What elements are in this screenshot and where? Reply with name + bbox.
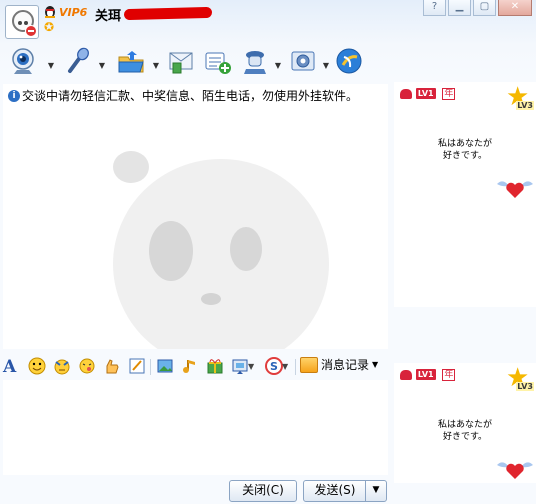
create-discussion-button[interactable]	[203, 47, 233, 79]
doodle-button[interactable]	[128, 357, 148, 377]
year-badge-text: 年	[442, 87, 456, 100]
contact-show-panel[interactable]: LV1 年 ★ LV3 私はあなたが 好きです。	[394, 82, 536, 307]
show-caption-line1: 私はあなたが	[437, 420, 492, 430]
close-icon: ✕	[510, 1, 520, 12]
show-caption-line2: 好きです。	[442, 151, 488, 161]
redacted-qq-number	[123, 6, 213, 21]
maximize-icon: ▢	[479, 1, 490, 12]
message-history-button[interactable]: 消息记录 ▼	[300, 356, 378, 378]
shake-button[interactable]	[78, 357, 98, 377]
music-note-icon	[183, 360, 195, 373]
qzone-icon	[336, 48, 362, 74]
history-label: 消息记录	[321, 358, 370, 372]
doodle-board-icon	[129, 358, 145, 374]
video-menu-arrow-icon[interactable]: ▼	[48, 61, 54, 70]
font-button[interactable]: A	[3, 357, 23, 377]
apps-button[interactable]: ▼	[289, 47, 329, 79]
qq-penguin-icon	[45, 6, 55, 18]
smiley-icon	[28, 357, 46, 375]
busy-status-icon	[25, 25, 37, 37]
level-star-icon: ✪	[44, 20, 55, 34]
year-badge-text: 年	[442, 368, 456, 381]
remote-menu-arrow-icon[interactable]: ▼	[275, 61, 281, 70]
send-file-button[interactable]: ▼	[116, 47, 159, 79]
voice-call-button[interactable]: ▼	[62, 47, 105, 79]
star-level-text: LV3	[516, 382, 534, 391]
my-show-panel[interactable]: LV1 年 ★ LV3 私はあなたが 好きです。	[394, 363, 536, 483]
magic-emoji-button[interactable]	[53, 357, 73, 377]
webcam-icon	[12, 48, 34, 74]
show-caption-line2: 好きです。	[442, 432, 488, 442]
history-menu-arrow-icon[interactable]: ▼	[372, 360, 378, 369]
close-window-button[interactable]: ✕	[498, 0, 532, 16]
nudge-button[interactable]	[103, 357, 123, 377]
panda-background-illustration	[113, 151, 329, 349]
history-icon	[300, 356, 318, 373]
heart-badge-icon	[400, 369, 412, 380]
send-options-arrow-icon: ▼	[372, 485, 380, 495]
gift-icon	[207, 359, 223, 374]
image-icon	[157, 359, 173, 373]
chat-window: VIP6 ✪ 关珥 ? ▁ ▢ ✕ ▼ ▼ ▼ ▼ ▼ i 交谈中请勿轻信汇款、…	[0, 0, 536, 504]
contact-avatar[interactable]	[5, 5, 39, 39]
level-badge-text: LV1	[415, 88, 436, 99]
remote-icon	[244, 51, 266, 74]
soso-icon: S	[265, 357, 283, 375]
shake-face-icon	[79, 358, 95, 374]
sms-icon	[169, 52, 193, 74]
help-button[interactable]: ?	[423, 0, 446, 16]
info-icon: i	[8, 89, 20, 102]
show-level-badge: LV1 年	[400, 367, 456, 381]
minimize-button[interactable]: ▁	[448, 0, 471, 16]
voice-menu-arrow-icon[interactable]: ▼	[99, 61, 105, 70]
message-history-area[interactable]	[3, 84, 388, 349]
folder-icon	[118, 51, 144, 73]
winged-heart-icon	[497, 181, 533, 198]
heart-badge-icon	[400, 88, 412, 99]
file-menu-arrow-icon[interactable]: ▼	[153, 61, 159, 70]
show-level-badge: LV1 年	[400, 86, 456, 100]
music-button[interactable]	[181, 357, 201, 377]
emoji-button[interactable]	[28, 357, 48, 377]
soso-button[interactable]: S ▼	[265, 357, 293, 377]
magic-face-icon	[54, 359, 70, 375]
toolbar-separator	[150, 359, 151, 375]
send-sms-button[interactable]	[166, 47, 196, 79]
toolbar-separator	[295, 359, 296, 375]
apps-icon	[291, 51, 315, 71]
level-badge-text: LV1	[415, 369, 436, 380]
svg-text:S: S	[270, 360, 278, 373]
star-level-text: LV3	[516, 101, 534, 110]
send-button[interactable]: 发送(S)	[303, 480, 367, 502]
help-icon: ?	[431, 1, 438, 12]
apps-menu-arrow-icon[interactable]: ▼	[323, 61, 329, 70]
maximize-button[interactable]: ▢	[473, 0, 496, 16]
qzone-button[interactable]	[335, 47, 365, 79]
soso-menu-arrow-icon[interactable]: ▼	[282, 362, 288, 371]
security-notice-text: 交谈中请勿轻信汇款、中奖信息、陌生电话，勿使用外挂软件。	[22, 89, 359, 103]
hand-icon	[106, 359, 119, 374]
remote-assist-button[interactable]: ▼	[241, 47, 281, 79]
add-discussion-icon	[205, 52, 231, 74]
minimize-icon: ▁	[455, 1, 464, 12]
winged-heart-icon	[497, 462, 533, 479]
screenshot-button[interactable]: ▼	[231, 357, 259, 377]
contact-name: 关珥	[95, 9, 122, 24]
send-image-button[interactable]	[156, 357, 176, 377]
message-input[interactable]	[3, 380, 388, 475]
screenshot-menu-arrow-icon[interactable]: ▼	[248, 362, 254, 371]
show-caption-line1: 私はあなたが	[437, 139, 492, 149]
screenshot-icon	[232, 359, 248, 374]
gift-button[interactable]	[206, 357, 226, 377]
microphone-icon	[68, 47, 89, 73]
security-notice: i 交谈中请勿轻信汇款、中奖信息、陌生电话，勿使用外挂软件。	[8, 87, 358, 104]
font-icon: A	[3, 357, 17, 377]
video-call-button[interactable]: ▼	[9, 47, 54, 79]
vip-badge: VIP6	[59, 6, 88, 19]
send-options-button[interactable]: ▼	[365, 480, 387, 502]
close-button[interactable]: 关闭(C)	[229, 480, 297, 502]
